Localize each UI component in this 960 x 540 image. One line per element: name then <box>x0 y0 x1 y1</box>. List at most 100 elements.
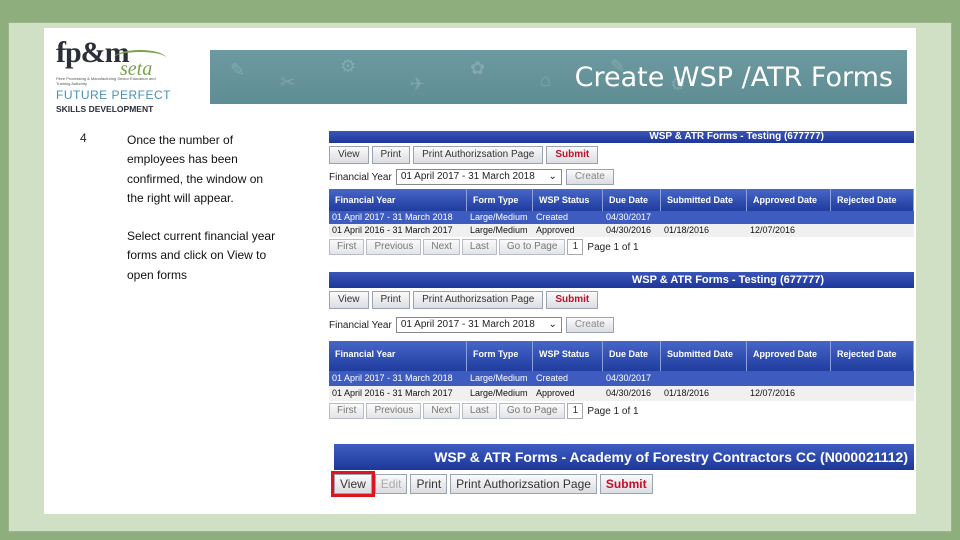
col-submitted-date: Submitted Date <box>661 341 747 371</box>
go-to-page-button[interactable]: Go to Page <box>498 403 566 419</box>
cell: 04/30/2017 <box>606 373 652 383</box>
table-row[interactable]: 01 April 2017 - 31 March 2018 Large/Medi… <box>329 211 914 224</box>
step-number: 4 <box>80 131 87 145</box>
print-authorization-button[interactable]: Print Authorizsation Page <box>450 474 597 494</box>
financial-year-value: 01 April 2017 - 31 March 2018 <box>400 171 535 182</box>
page-info: Page 1 of 1 <box>587 241 639 253</box>
screenshot-forms-list-2: WSP & ATR Forms - Testing (677777) View … <box>329 272 914 419</box>
print-authorization-button[interactable]: Print Authorizsation Page <box>413 146 544 164</box>
create-button[interactable]: Create <box>565 169 614 185</box>
edit-button[interactable]: Edit <box>374 474 408 494</box>
cell <box>747 371 831 386</box>
cell: Approved <box>536 225 575 235</box>
table-header: Financial Year Form Type WSP Status Due … <box>329 189 914 211</box>
table-row[interactable]: 01 April 2016 - 31 March 2017 Large/Medi… <box>329 386 914 401</box>
financial-year-value: 01 April 2017 - 31 March 2018 <box>400 319 535 330</box>
financial-year-select[interactable]: 01 April 2017 - 31 March 2018 ⌄ <box>395 169 562 185</box>
cell: Large/Medium <box>470 212 528 222</box>
col-wsp-status: WSP Status <box>533 189 603 211</box>
table-row[interactable]: 01 April 2016 - 31 March 2017 Large/Medi… <box>329 224 914 237</box>
col-financial-year: Financial Year <box>329 341 467 371</box>
col-wsp-status: WSP Status <box>533 341 603 371</box>
go-to-page-button[interactable]: Go to Page <box>498 239 566 255</box>
cell <box>747 211 831 224</box>
toolbar: View Print Print Authorizsation Page Sub… <box>329 143 914 167</box>
submit-button[interactable]: Submit <box>546 291 599 309</box>
financial-year-row: Financial Year 01 April 2017 - 31 March … <box>329 169 914 185</box>
col-rejected-date: Rejected Date <box>831 341 914 371</box>
cell <box>831 386 914 401</box>
toolbar: View Print Print Authorizsation Page Sub… <box>329 288 914 312</box>
cell <box>661 371 747 386</box>
cell <box>831 371 914 386</box>
cell: Large/Medium <box>470 225 528 235</box>
col-approved-date: Approved Date <box>747 341 831 371</box>
cell: 12/07/2016 <box>750 225 796 235</box>
first-page-button[interactable]: First <box>329 239 365 255</box>
cell: 01 April 2017 - 31 March 2018 <box>332 373 453 383</box>
step-text-2: Select current financial year forms and … <box>127 229 276 282</box>
cell: 01/18/2016 <box>664 388 710 398</box>
col-form-type: Form Type <box>467 189 533 211</box>
logo-future-perfect: FUTURE PERFECT <box>56 88 171 102</box>
screenshot-academy-forms: WSP & ATR Forms - Academy of Forestry Co… <box>331 444 914 498</box>
print-button[interactable]: Print <box>371 291 411 309</box>
logo-skills-development: SKILLS DEVELOPMENT <box>56 104 154 114</box>
cell: Created <box>536 212 569 222</box>
first-page-button[interactable]: First <box>329 403 365 419</box>
cell <box>831 211 914 224</box>
forms-title-bar: WSP & ATR Forms - Testing (677777) <box>329 272 914 288</box>
page-number-input[interactable]: 1 <box>567 239 584 255</box>
cell: 04/30/2017 <box>606 212 652 222</box>
next-page-button[interactable]: Next <box>423 239 460 255</box>
view-button[interactable]: View <box>331 471 375 497</box>
table-row[interactable]: 01 April 2017 - 31 March 2018 Large/Medi… <box>329 371 914 386</box>
view-button[interactable]: View <box>329 291 369 309</box>
col-financial-year: Financial Year <box>329 189 467 211</box>
logo-tagline: Fibre Processing & Manufacturing Sector … <box>56 76 156 86</box>
title-banner: ✎ ✂ ⚙ ✈ ✿ ⌂ ✎ ⚙ Create WSP /ATR Forms <box>210 50 907 104</box>
page-number-input[interactable]: 1 <box>567 403 584 419</box>
create-button[interactable]: Create <box>565 317 614 333</box>
fpm-seta-logo: fp&m seta Fibre Processing & Manufacturi… <box>56 36 176 118</box>
col-form-type: Form Type <box>467 341 533 371</box>
financial-year-select[interactable]: 01 April 2017 - 31 March 2018 ⌄ <box>395 317 562 333</box>
forms-table: Financial Year Form Type WSP Status Due … <box>329 341 914 401</box>
col-rejected-date: Rejected Date <box>831 189 914 211</box>
print-button[interactable]: Print <box>410 474 448 494</box>
chevron-down-icon: ⌄ <box>548 319 557 330</box>
step-instructions: Once the number of employees has been co… <box>127 131 277 285</box>
forms-title-bar: WSP & ATR Forms - Testing (677777) <box>329 131 914 143</box>
screenshot-forms-list-1: WSP & ATR Forms - Testing (677777) View … <box>329 131 914 255</box>
submit-button[interactable]: Submit <box>546 146 599 164</box>
previous-page-button[interactable]: Previous <box>366 403 422 419</box>
last-page-button[interactable]: Last <box>461 403 497 419</box>
col-approved-date: Approved Date <box>747 189 831 211</box>
print-button[interactable]: Print <box>371 146 411 164</box>
submit-button[interactable]: Submit <box>599 474 653 494</box>
last-page-button[interactable]: Last <box>461 239 497 255</box>
pager: First Previous Next Last Go to Page 1 Pa… <box>329 239 914 255</box>
page-title: Create WSP /ATR Forms <box>574 62 893 93</box>
previous-page-button[interactable]: Previous <box>366 239 422 255</box>
next-page-button[interactable]: Next <box>423 403 460 419</box>
print-authorization-button[interactable]: Print Authorizsation Page <box>413 291 544 309</box>
financial-year-label: Financial Year <box>329 319 392 331</box>
cell: 01/18/2016 <box>664 225 710 235</box>
pager: First Previous Next Last Go to Page 1 Pa… <box>329 403 914 419</box>
forms-title-bar: WSP & ATR Forms - Academy of Forestry Co… <box>334 444 914 470</box>
col-due-date: Due Date <box>603 189 661 211</box>
view-button[interactable]: View <box>329 146 369 164</box>
cell: 01 April 2017 - 31 March 2018 <box>332 212 453 222</box>
financial-year-label: Financial Year <box>329 171 392 183</box>
col-submitted-date: Submitted Date <box>661 189 747 211</box>
cell: 01 April 2016 - 31 March 2017 <box>332 225 453 235</box>
cell: Approved <box>536 388 575 398</box>
cell: Large/Medium <box>470 388 528 398</box>
forms-table: Financial Year Form Type WSP Status Due … <box>329 189 914 237</box>
col-due-date: Due Date <box>603 341 661 371</box>
chevron-down-icon: ⌄ <box>548 171 557 182</box>
table-header: Financial Year Form Type WSP Status Due … <box>329 341 914 371</box>
cell: 12/07/2016 <box>750 388 796 398</box>
cell <box>661 211 747 224</box>
